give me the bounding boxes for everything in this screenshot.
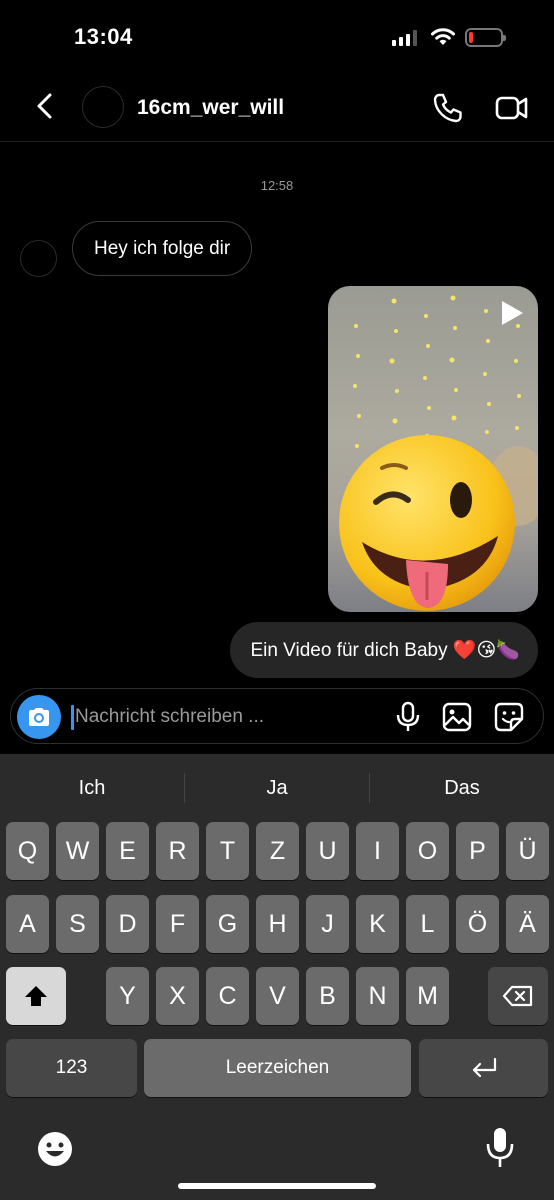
video-message[interactable] (328, 286, 538, 612)
camera-button[interactable] (17, 695, 61, 739)
return-icon (472, 1057, 496, 1078)
key[interactable]: Y (106, 967, 149, 1025)
suggestion-item[interactable]: Ich (0, 768, 184, 808)
predictive-bar: Ich Ja Das (0, 768, 554, 808)
key[interactable]: U (306, 822, 349, 880)
chat-header: 16cm_wer_will (0, 72, 554, 142)
winking-tongue-emoji (339, 435, 515, 611)
gallery-icon[interactable] (441, 701, 473, 733)
status-bar: 13:04 (0, 0, 554, 72)
key[interactable]: Ü (506, 822, 549, 880)
key[interactable]: F (156, 895, 199, 953)
chat-username[interactable]: 16cm_wer_will (137, 96, 284, 120)
video-call-icon[interactable] (494, 90, 530, 126)
microphone-icon[interactable] (393, 701, 423, 733)
sticker-icon[interactable] (493, 701, 525, 733)
key[interactable]: B (306, 967, 349, 1025)
return-key[interactable] (419, 1039, 548, 1097)
key[interactable]: Ä (506, 895, 549, 953)
emoji-keyboard-icon[interactable] (36, 1130, 74, 1168)
backspace-icon (502, 985, 533, 1007)
key[interactable]: S (56, 895, 99, 953)
key[interactable]: C (206, 967, 249, 1025)
key[interactable]: O (406, 822, 449, 880)
keyboard: Ich Ja Das Q W E R T Z U I O P Ü A S D F… (0, 754, 554, 1200)
key[interactable]: W (56, 822, 99, 880)
status-time: 13:04 (74, 24, 133, 49)
key[interactable]: P (456, 822, 499, 880)
key[interactable]: D (106, 895, 149, 953)
battery-icon (465, 28, 506, 47)
outgoing-message-bubble[interactable]: Ein Video für dich Baby ❤️😘🍆 (230, 622, 538, 678)
key[interactable]: Z (256, 822, 299, 880)
key[interactable]: A (6, 895, 49, 953)
cellular-signal-icon (392, 30, 417, 46)
key[interactable]: J (306, 895, 349, 953)
dictation-microphone-icon[interactable] (484, 1126, 516, 1170)
key[interactable]: E (106, 822, 149, 880)
incoming-message-bubble[interactable]: Hey ich folge dir (72, 221, 253, 276)
backspace-key[interactable] (488, 967, 548, 1025)
phone-icon[interactable] (430, 90, 466, 126)
wifi-icon (431, 28, 455, 45)
key[interactable]: M (406, 967, 449, 1025)
key[interactable]: K (356, 895, 399, 953)
sender-avatar[interactable] (20, 240, 57, 277)
key[interactable]: N (356, 967, 399, 1025)
suggestion-item[interactable]: Das (370, 768, 554, 808)
shift-key[interactable] (6, 967, 66, 1025)
numbers-key[interactable]: 123 (6, 1039, 137, 1097)
text-cursor (71, 705, 74, 730)
camera-icon (29, 708, 49, 726)
key[interactable]: R (156, 822, 199, 880)
key[interactable]: V (256, 967, 299, 1025)
play-icon[interactable] (496, 298, 526, 328)
message-input[interactable] (75, 697, 325, 737)
space-key[interactable]: Leerzeichen (144, 1039, 411, 1097)
key[interactable]: Ö (456, 895, 499, 953)
key[interactable]: L (406, 895, 449, 953)
avatar[interactable] (82, 86, 124, 128)
key[interactable]: Q (6, 822, 49, 880)
key[interactable]: H (256, 895, 299, 953)
back-arrow-icon[interactable] (30, 90, 62, 122)
incoming-message-text: Hey ich folge dir (94, 237, 231, 259)
home-indicator[interactable] (178, 1183, 376, 1189)
key[interactable]: I (356, 822, 399, 880)
suggestion-item[interactable]: Ja (185, 768, 369, 808)
shift-arrow-icon (25, 986, 47, 1006)
message-composer (10, 688, 544, 744)
outgoing-message-text: Ein Video für dich Baby ❤️😘🍆 (250, 640, 520, 661)
key[interactable]: G (206, 895, 249, 953)
key[interactable]: X (156, 967, 199, 1025)
message-timestamp: 12:58 (260, 178, 294, 193)
key[interactable]: T (206, 822, 249, 880)
